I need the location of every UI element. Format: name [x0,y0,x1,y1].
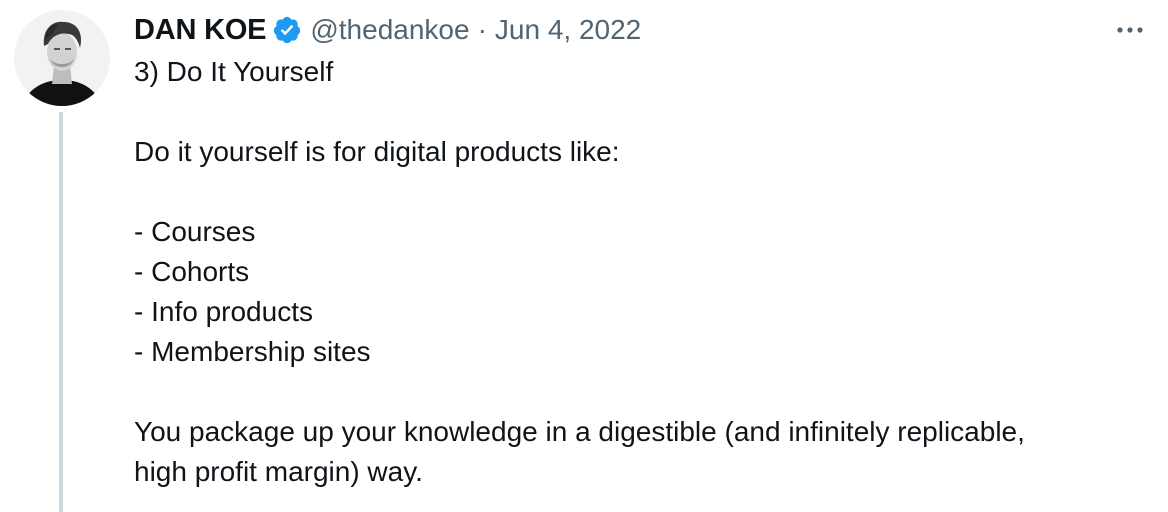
thread-connector-line [59,112,63,512]
separator-dot: · [477,14,487,45]
tweet-outro-line: You package up your knowledge in a diges… [134,416,1025,447]
list-item: - Cohorts [134,256,250,287]
more-horizontal-icon[interactable] [1110,12,1150,48]
tweet: DAN KOE @thedankoe · Jun 4, 2022 3) Do I… [0,0,1168,512]
author-display-name[interactable]: DAN KOE [134,14,267,47]
tweet-header: DAN KOE @thedankoe · Jun 4, 2022 [134,10,641,50]
tweet-text: 3) Do It Yourself Do it yourself is for … [134,52,1144,492]
list-item: - Courses [134,216,256,247]
avatar[interactable] [14,10,110,106]
author-handle[interactable]: @thedankoe [310,14,469,46]
tweet-title-line: 3) Do It Yourself [134,56,334,87]
profile-photo [14,10,110,106]
tweet-intro-line: Do it yourself is for digital products l… [134,136,620,167]
tweet-date[interactable]: Jun 4, 2022 [495,14,641,46]
list-item: - Membership sites [134,336,371,367]
verified-badge-icon [272,15,302,45]
list-item: - Info products [134,296,313,327]
tweet-outro-line: high profit margin) way. [134,456,423,487]
